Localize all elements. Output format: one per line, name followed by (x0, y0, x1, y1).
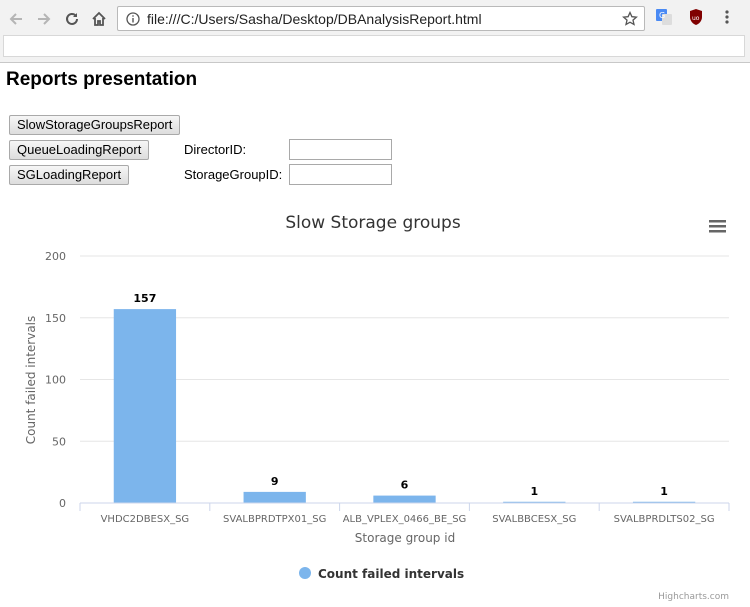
chart-context-menu-icon[interactable] (709, 220, 726, 233)
chart-data-labels: 157 9 6 1 1 (133, 292, 668, 498)
x-tick-label: SVALBBCESX_SG (492, 514, 576, 525)
highcharts-credits-link[interactable]: Highcharts.com (658, 592, 729, 602)
reload-icon (66, 12, 78, 25)
y-axis-tick-labels: 0 50 100 150 200 (45, 250, 66, 510)
address-bar[interactable]: file:///C:/Users/Sasha/Desktop/DBAnalysi… (117, 6, 645, 31)
svg-text:uo: uo (692, 15, 700, 22)
director-id-input[interactable] (289, 139, 392, 160)
forward-arrow-icon (38, 13, 51, 25)
chart-title: Slow Storage groups (285, 213, 461, 233)
data-label: 9 (271, 475, 279, 488)
back-arrow-icon (9, 13, 22, 25)
bar[interactable] (243, 491, 306, 503)
reload-button[interactable] (61, 8, 83, 30)
info-icon[interactable] (126, 12, 140, 26)
y-tick-label: 200 (45, 250, 66, 263)
browser-menu-icon[interactable] (718, 8, 736, 26)
storage-group-id-label: StorageGroupID: (184, 167, 283, 182)
sg-loading-report-button[interactable]: SGLoadingReport (9, 165, 130, 185)
data-label: 6 (401, 479, 409, 492)
chart-gridlines (80, 255, 729, 442)
data-label: 1 (660, 485, 668, 498)
chart-legend[interactable]: Count failed intervals (299, 567, 464, 581)
data-label: 157 (133, 292, 156, 305)
home-icon (92, 11, 106, 26)
bar[interactable] (113, 309, 177, 503)
y-tick-label: 100 (45, 374, 66, 387)
x-tick-label: SVALBPRDLTS02_SG (614, 514, 715, 525)
storage-group-id-input[interactable] (289, 164, 392, 185)
slow-storage-groups-chart: 0 50 100 150 200 157 9 6 1 1 VHDC2DBESX_SG SVALBP… (24, 213, 730, 602)
data-label: 1 (530, 485, 538, 498)
chart-bars (113, 309, 696, 503)
page-title: Reports presentation (6, 69, 198, 90)
back-button[interactable] (5, 8, 27, 30)
x-axis-title: Storage group id (355, 531, 455, 545)
x-tick-label: SVALBPRDTPX01_SG (223, 514, 326, 525)
legend-label: Count failed intervals (318, 567, 464, 581)
slow-storage-groups-report-button[interactable]: SlowStorageGroupsReport (9, 115, 181, 135)
bar[interactable] (373, 495, 436, 503)
x-axis-tick-labels: VHDC2DBESX_SG SVALBPRDTPX01_SG ALB_VPLEX_0… (79, 503, 730, 525)
y-axis-title: Count failed intervals (24, 316, 38, 445)
y-tick-label: 0 (59, 497, 66, 510)
x-tick-label: ALB_VPLEX_0466_BE_SG (343, 514, 467, 525)
browser-toolbar: file:///C:/Users/Sasha/Desktop/DBAnalysi… (0, 0, 750, 63)
ublock-extension-icon[interactable]: uo (687, 8, 705, 26)
svg-text:G: G (659, 11, 665, 20)
bookmarks-bar (3, 35, 745, 57)
y-tick-label: 50 (52, 435, 66, 448)
legend-marker (299, 567, 311, 579)
url-text: file:///C:/Users/Sasha/Desktop/DBAnalysi… (147, 11, 482, 27)
queue-loading-report-button[interactable]: QueueLoadingReport (9, 140, 150, 160)
home-button[interactable] (88, 8, 110, 30)
x-tick-label: VHDC2DBESX_SG (101, 514, 190, 525)
translate-extension-icon[interactable]: G (655, 8, 673, 26)
y-tick-label: 150 (45, 312, 66, 325)
forward-button[interactable] (33, 8, 55, 30)
director-id-label: DirectorID: (184, 142, 247, 157)
bookmark-star-icon[interactable] (622, 11, 638, 27)
